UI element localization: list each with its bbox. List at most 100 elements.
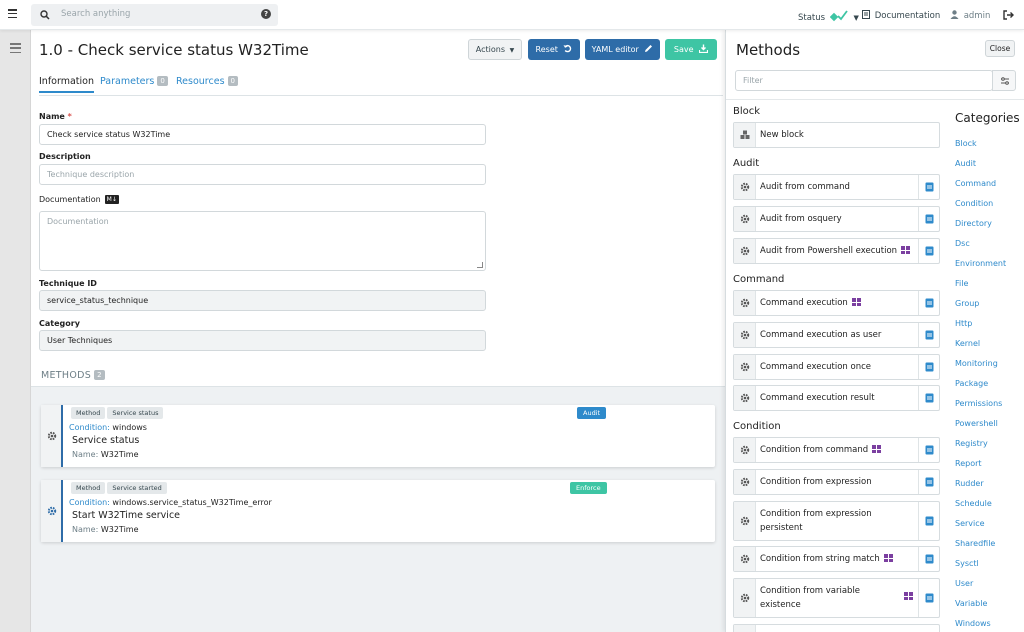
- method-item-audit-from-powershell[interactable]: Audit from Powershell execution: [733, 238, 940, 264]
- category-link-file[interactable]: File: [955, 279, 968, 288]
- category-link-windows[interactable]: Windows: [955, 619, 991, 628]
- filter-options-button[interactable]: [992, 70, 1016, 91]
- method-card[interactable]: Method Service started Enforce Condition:…: [41, 480, 715, 542]
- category-link-kernel[interactable]: Kernel: [955, 339, 980, 348]
- method-item-condition-from-variable-existence[interactable]: Condition from variable existence: [733, 578, 940, 618]
- method-item-audit-from-command[interactable]: Audit from command: [733, 174, 940, 200]
- user-menu[interactable]: admin: [950, 10, 990, 21]
- doc-button[interactable]: [918, 355, 939, 379]
- global-search[interactable]: Search anything ?: [31, 4, 278, 26]
- category-link-sysctl[interactable]: Sysctl: [955, 559, 979, 568]
- category-link-audit[interactable]: Audit: [955, 159, 976, 168]
- book-icon: [925, 246, 934, 256]
- category-link-http[interactable]: Http: [955, 319, 972, 328]
- method-item-audit-from-osquery[interactable]: Audit from osquery: [733, 206, 940, 232]
- save-button[interactable]: Save: [665, 39, 717, 60]
- pencil-icon: [645, 45, 653, 52]
- method-item-condition-from-string-match[interactable]: Condition from string match: [733, 546, 940, 572]
- documentation-textarea[interactable]: Documentation: [39, 211, 486, 271]
- doc-button[interactable]: [918, 547, 939, 571]
- category-link-variable[interactable]: Variable: [955, 599, 987, 608]
- gear-icon: [47, 506, 57, 516]
- chevron-down-icon: ▼: [853, 14, 859, 22]
- book-icon: [925, 393, 934, 403]
- logout-icon[interactable]: [1003, 10, 1014, 20]
- method-item-condition-from-expression-persistent[interactable]: Condition from expression persistent: [733, 501, 940, 541]
- documentation-label: Documentation: [874, 11, 941, 21]
- doc-button[interactable]: [918, 470, 939, 494]
- doc-button[interactable]: [918, 579, 939, 617]
- gear-icon: [740, 298, 750, 308]
- cubes-icon: [740, 130, 750, 139]
- method-item-command-execution[interactable]: Command execution: [733, 290, 940, 316]
- category-link-rudder[interactable]: Rudder: [955, 479, 984, 488]
- method-card[interactable]: Method Service status Audit Condition: wi…: [41, 405, 715, 467]
- methods-count-badge: 2: [94, 370, 105, 380]
- doc-button[interactable]: [918, 438, 939, 462]
- method-item-condition-from-command[interactable]: Condition from command: [733, 437, 940, 463]
- yaml-editor-label: YAML editor: [591, 45, 639, 54]
- search-input[interactable]: Search anything: [61, 9, 130, 19]
- doc-button[interactable]: [918, 291, 939, 315]
- description-input[interactable]: Technique description: [39, 164, 486, 185]
- category-link-environment[interactable]: Environment: [955, 259, 1006, 268]
- category-link-report[interactable]: Report: [955, 459, 982, 468]
- windows-icon: [901, 246, 911, 254]
- doc-button[interactable]: [918, 502, 939, 540]
- tab-resources[interactable]: Resources 0: [176, 76, 238, 87]
- name-input[interactable]: Check service status W32Time: [39, 124, 486, 145]
- method-item-partial[interactable]: [733, 624, 940, 632]
- method-chip: Method: [71, 407, 106, 419]
- doc-button[interactable]: [918, 239, 939, 263]
- doc-button[interactable]: [918, 386, 939, 410]
- tab-parameters[interactable]: Parameters 0: [100, 76, 168, 87]
- reset-label: Reset: [535, 45, 558, 54]
- category-link-permissions[interactable]: Permissions: [955, 399, 1002, 408]
- policy-mode-tag[interactable]: Enforce: [570, 482, 607, 494]
- documentation-link[interactable]: Documentation: [862, 10, 940, 21]
- category-select[interactable]: User Techniques: [39, 330, 486, 351]
- close-button[interactable]: Close: [985, 40, 1015, 57]
- category-link-group[interactable]: Group: [955, 299, 979, 308]
- resize-handle-icon[interactable]: [477, 262, 483, 268]
- method-item-command-execution-as-user[interactable]: Command execution as user: [733, 322, 940, 348]
- method-chips: Method Service started: [71, 482, 169, 494]
- group-title-command: Command: [733, 274, 785, 285]
- reset-button[interactable]: Reset: [528, 39, 580, 60]
- method-param: Name: W32Time: [72, 525, 139, 534]
- tab-bar: Information Parameters 0 Resources 0: [39, 75, 723, 96]
- category-link-sharedfile[interactable]: Sharedfile: [955, 539, 995, 548]
- category-link-directory[interactable]: Directory: [955, 219, 992, 228]
- category-link-block[interactable]: Block: [955, 139, 977, 148]
- method-item-label: New block: [760, 130, 804, 140]
- method-item-command-execution-once[interactable]: Command execution once: [733, 354, 940, 380]
- category-link-service[interactable]: Service: [955, 519, 985, 528]
- category-link-registry[interactable]: Registry: [955, 439, 988, 448]
- doc-button[interactable]: [918, 175, 939, 199]
- category-link-command[interactable]: Command: [955, 179, 996, 188]
- category-link-package[interactable]: Package: [955, 379, 988, 388]
- category-link-monitoring[interactable]: Monitoring: [955, 359, 998, 368]
- actions-button[interactable]: Actions ▼: [468, 39, 522, 60]
- yaml-editor-button[interactable]: YAML editor: [585, 39, 660, 60]
- book-icon: [925, 214, 934, 224]
- method-item-condition-from-expression[interactable]: Condition from expression: [733, 469, 940, 495]
- category-link-schedule[interactable]: Schedule: [955, 499, 992, 508]
- gear-icon: [740, 246, 750, 256]
- doc-button[interactable]: [918, 323, 939, 347]
- method-item-new-block[interactable]: New block: [733, 122, 940, 148]
- category-link-powershell[interactable]: Powershell: [955, 419, 998, 428]
- policy-mode-tag[interactable]: Audit: [577, 407, 607, 419]
- category-link-user[interactable]: User: [955, 579, 973, 588]
- sidebar-toggle-icon[interactable]: [10, 43, 21, 54]
- category-link-dsc[interactable]: Dsc: [955, 239, 970, 248]
- doc-button[interactable]: [918, 207, 939, 231]
- methods-drop-zone[interactable]: Method Service status Audit Condition: wi…: [31, 386, 725, 632]
- tab-information[interactable]: Information: [39, 76, 94, 93]
- status-menu[interactable]: Status ▼: [798, 10, 859, 23]
- category-link-condition[interactable]: Condition: [955, 199, 993, 208]
- filter-input[interactable]: Filter: [735, 70, 993, 91]
- menu-icon[interactable]: [8, 9, 17, 19]
- method-item-command-execution-result[interactable]: Command execution result: [733, 385, 940, 411]
- help-icon[interactable]: ?: [261, 9, 271, 19]
